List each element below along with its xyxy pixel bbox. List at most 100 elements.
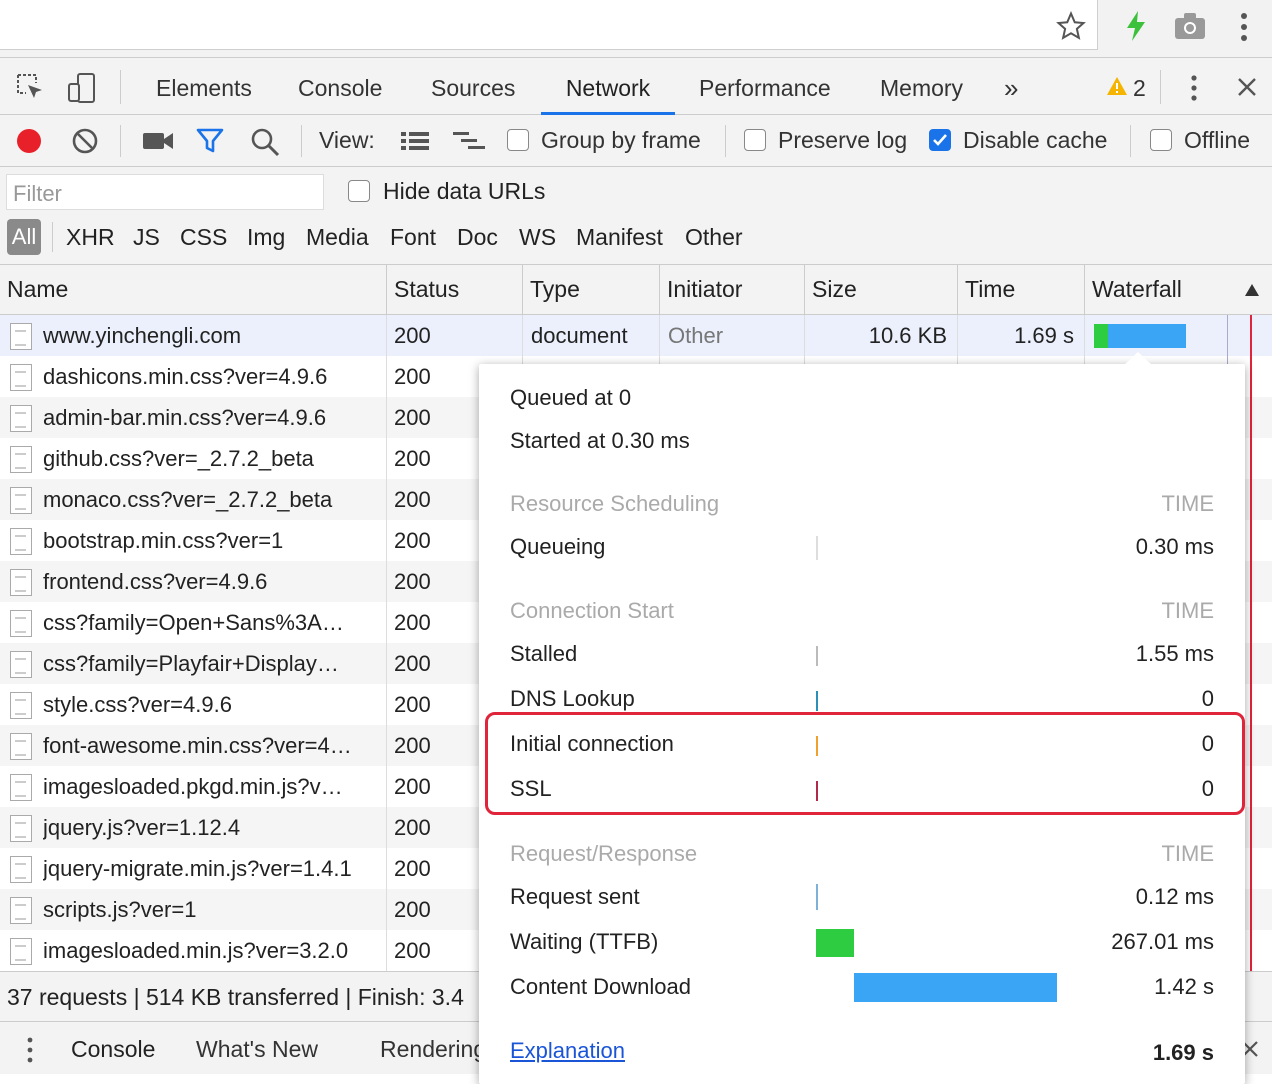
timing-value-queueing: 0.30 ms — [1135, 534, 1214, 559]
group-by-frame-label[interactable]: Group by frame — [541, 127, 701, 154]
tab-sources[interactable]: Sources — [431, 58, 515, 115]
star-icon[interactable] — [1056, 11, 1086, 41]
camera-icon[interactable] — [1174, 12, 1206, 40]
cell-name[interactable]: github.css?ver=_2.7.2_beta — [43, 438, 381, 479]
load-event-line — [1250, 315, 1252, 971]
column-status[interactable]: Status — [386, 265, 522, 315]
type-filter-xhr[interactable]: XHR — [66, 224, 115, 251]
cell-name[interactable]: jquery.js?ver=1.12.4 — [43, 807, 381, 848]
lightning-icon[interactable] — [1124, 10, 1148, 42]
column-size[interactable]: Size — [804, 265, 957, 315]
sort-ascending-icon[interactable] — [1244, 283, 1260, 297]
type-filter-manifest[interactable]: Manifest — [576, 224, 663, 251]
offline-checkbox[interactable] — [1150, 129, 1172, 151]
type-filter-js[interactable]: JS — [133, 224, 160, 251]
device-toolbar-icon[interactable] — [66, 72, 98, 104]
explanation-link[interactable]: Explanation — [510, 1038, 625, 1064]
cell-name[interactable]: frontend.css?ver=4.9.6 — [43, 561, 381, 602]
section-header-request-response: Request/Response — [510, 841, 698, 866]
waterfall-bar-waiting — [1094, 324, 1108, 348]
large-rows-icon[interactable] — [400, 130, 430, 152]
tab-elements[interactable]: Elements — [156, 58, 252, 115]
table-header: Name Status Type Initiator Size Time Wat… — [0, 265, 1272, 315]
tab-memory[interactable]: Memory — [880, 58, 963, 115]
time-header: TIME — [1161, 598, 1214, 623]
timing-value-waiting-ttfb: 267.01 ms — [1111, 929, 1214, 954]
type-filter-font[interactable]: Font — [390, 224, 436, 251]
close-icon[interactable] — [1236, 76, 1258, 98]
cell-name[interactable]: monaco.css?ver=_2.7.2_beta — [43, 479, 381, 520]
checkmark-icon — [933, 134, 947, 146]
document-icon — [10, 405, 32, 432]
cell-name[interactable]: css?family=Open+Sans%3A… — [43, 602, 381, 643]
divider — [301, 125, 302, 157]
more-tabs-icon[interactable]: » — [1004, 58, 1018, 115]
cell-name[interactable]: css?family=Playfair+Display… — [43, 643, 381, 684]
cell-name[interactable]: bootstrap.min.css?ver=1 — [43, 520, 381, 561]
cell-name[interactable]: www.yinchengli.com — [43, 315, 381, 356]
filter-input[interactable]: Filter — [6, 174, 324, 210]
search-icon[interactable] — [250, 127, 280, 157]
column-time[interactable]: Time — [957, 265, 1084, 315]
timing-bar-dns-lookup — [816, 691, 818, 711]
overview-icon[interactable] — [452, 130, 486, 152]
clear-icon[interactable] — [71, 127, 99, 155]
cell-name[interactable]: scripts.js?ver=1 — [43, 889, 381, 930]
tab-performance[interactable]: Performance — [699, 58, 831, 115]
devtools-menu-icon[interactable] — [1188, 74, 1200, 102]
hide-data-urls-checkbox[interactable] — [348, 180, 370, 202]
drawer-tab-whats-new[interactable]: What's New — [196, 1036, 318, 1063]
preserve-log-checkbox[interactable] — [744, 129, 766, 151]
type-filter-ws[interactable]: WS — [519, 224, 556, 251]
timing-label-queueing: Queueing — [510, 534, 606, 559]
warning-icon[interactable] — [1106, 76, 1128, 96]
type-filter-other[interactable]: Other — [685, 224, 743, 251]
filter-icon[interactable] — [196, 128, 224, 154]
disable-cache-checkbox[interactable] — [929, 129, 951, 151]
record-icon[interactable] — [15, 127, 43, 155]
timing-bar-queueing — [816, 536, 818, 560]
cell-name[interactable]: admin-bar.min.css?ver=4.9.6 — [43, 397, 381, 438]
warnings-count[interactable]: 2 — [1133, 58, 1146, 115]
column-type[interactable]: Type — [522, 265, 659, 315]
preserve-log-label[interactable]: Preserve log — [778, 127, 907, 154]
document-icon — [10, 528, 32, 555]
type-filter-all[interactable]: All — [7, 219, 41, 255]
cell-status: 200 — [394, 323, 431, 348]
disable-cache-label[interactable]: Disable cache — [963, 127, 1107, 154]
hide-data-urls-label[interactable]: Hide data URLs — [383, 178, 545, 205]
timing-label-waiting-ttfb: Waiting (TTFB) — [510, 929, 659, 954]
screenshot-capture-icon[interactable] — [142, 130, 174, 152]
cell-name[interactable]: font-awesome.min.css?ver=4… — [43, 725, 381, 766]
column-name[interactable]: Name — [0, 265, 386, 315]
divider — [1130, 125, 1131, 157]
type-filter-doc[interactable]: Doc — [457, 224, 498, 251]
timing-bar-content-download — [854, 973, 1057, 1002]
column-initiator[interactable]: Initiator — [659, 265, 804, 315]
cell-name[interactable]: style.css?ver=4.9.6 — [43, 684, 381, 725]
address-bar[interactable] — [0, 0, 1098, 50]
drawer-tab-rendering[interactable]: Rendering — [380, 1036, 486, 1063]
inspect-element-icon[interactable] — [16, 73, 46, 103]
browser-menu-icon[interactable] — [1238, 12, 1250, 42]
view-label: View: — [319, 127, 375, 153]
type-filter-img[interactable]: Img — [247, 224, 285, 251]
cell-name[interactable]: dashicons.min.css?ver=4.9.6 — [43, 356, 381, 397]
drawer-tab-console[interactable]: Console — [71, 1036, 155, 1063]
type-filter-media[interactable]: Media — [306, 224, 369, 251]
table-row[interactable]: www.yinchengli.com 200 document Other 10.6 K… — [0, 315, 1272, 356]
cell-name[interactable]: imagesloaded.pkgd.min.js?v… — [43, 766, 381, 807]
group-by-frame-checkbox[interactable] — [507, 129, 529, 151]
document-icon — [10, 815, 32, 842]
drawer-menu-icon[interactable] — [24, 1036, 36, 1064]
offline-label[interactable]: Offline — [1184, 127, 1250, 154]
type-filter-css[interactable]: CSS — [180, 224, 227, 251]
tab-network[interactable]: Network — [541, 58, 675, 115]
cell-name[interactable]: jquery-migrate.min.js?ver=1.4.1 — [43, 848, 381, 889]
section-header-connection-start: Connection Start — [510, 598, 674, 623]
cell-name[interactable]: imagesloaded.min.js?ver=3.2.0 — [43, 930, 381, 971]
timing-value-dns-lookup: 0 — [1201, 686, 1214, 711]
tab-console[interactable]: Console — [298, 58, 382, 115]
network-toolbar: View: Group by frame Preserve log Disabl… — [0, 115, 1272, 167]
document-icon — [10, 569, 32, 596]
